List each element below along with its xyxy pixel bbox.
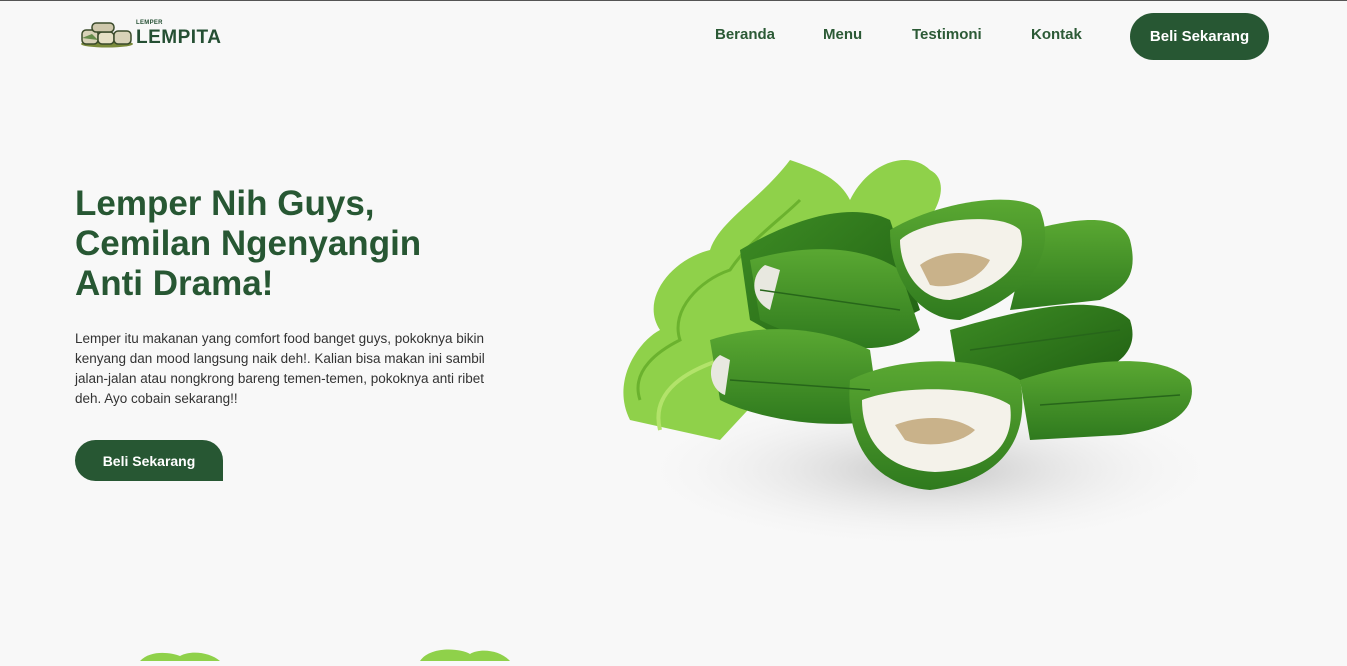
hero-buy-button[interactable]: Beli Sekarang [75,440,223,481]
hero-description: Lemper itu makanan yang comfort food ban… [75,331,485,406]
brand-tagline: LEMPER [136,20,163,26]
hero-title-line: Cemilan Ngenyangin [75,224,422,263]
hero-title: Lemper Nih Guys, Cemilan Ngenyangin Anti… [75,184,535,304]
lemper-plate-image [600,140,1230,560]
nav-link-menu[interactable]: Menu [823,26,862,43]
site-header: LEMPER LEMPITA Beranda Menu Testimoni Ko… [0,0,1347,72]
lettuce-decoration [130,640,550,661]
hero-title-line: Lemper Nih Guys, [75,184,375,223]
brand-logo[interactable]: LEMPER LEMPITA [80,18,230,50]
nav-link-beranda[interactable]: Beranda [715,26,775,43]
nav-link-kontak[interactable]: Kontak [1031,26,1082,43]
lemper-logo-icon [81,22,133,48]
nav-link-testimoni[interactable]: Testimoni [912,26,982,43]
hero-title-line: Anti Drama! [75,264,274,303]
brand-name: LEMPITA [136,27,222,48]
header-buy-button[interactable]: Beli Sekarang [1130,13,1269,60]
